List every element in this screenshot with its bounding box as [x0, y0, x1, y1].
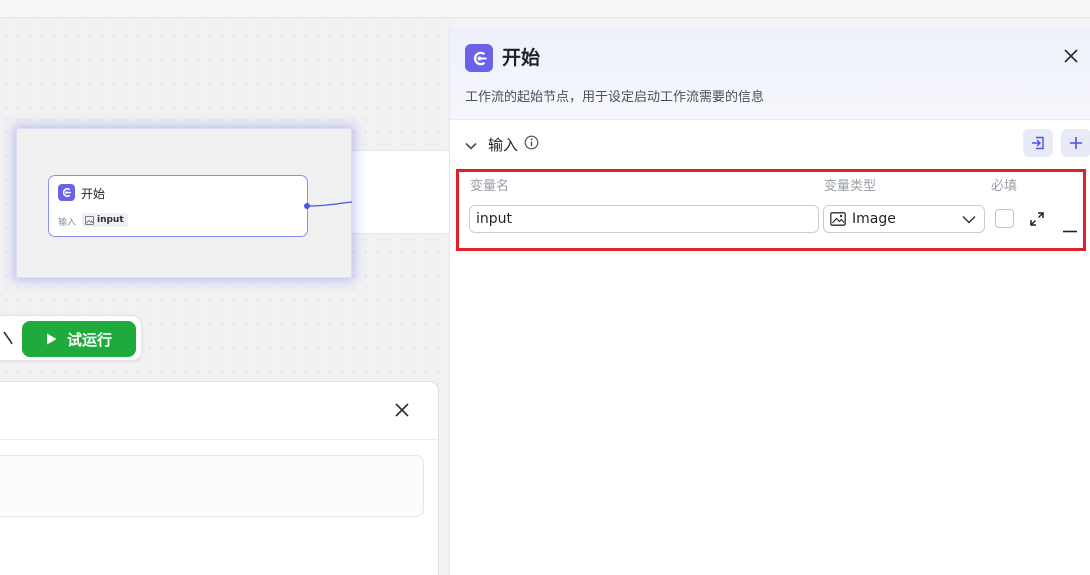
info-icon[interactable] [524, 135, 539, 154]
panel-divider [0, 439, 438, 440]
column-header-type: 变量类型 [824, 179, 877, 194]
variable-name-input[interactable] [469, 205, 819, 233]
canvas-toolbar: 试运行 [0, 315, 142, 361]
column-header-required: 必填 [991, 179, 1018, 194]
add-variable-button[interactable] [1061, 129, 1090, 157]
start-icon [58, 184, 75, 201]
column-header-name: 变量名 [470, 179, 510, 194]
test-run-button[interactable]: 试运行 [22, 321, 136, 357]
image-icon [830, 212, 846, 226]
connection-edge [308, 201, 353, 207]
expand-icon[interactable] [1030, 211, 1044, 230]
test-run-label: 试运行 [66, 330, 112, 349]
input-box[interactable] [0, 455, 424, 517]
variable-type-select[interactable]: Image [823, 205, 985, 233]
node-config-panel: 开始 工作流的起始节点，用于设定启动工作流需要的信息 输入 变量名 变量类型 必… [449, 28, 1090, 575]
close-icon[interactable] [1063, 48, 1079, 68]
chevron-down-icon [962, 215, 976, 223]
import-button[interactable] [1023, 129, 1053, 157]
pen-icon[interactable] [3, 330, 13, 349]
test-run-panel [0, 381, 439, 575]
panel-header: 开始 工作流的起始节点，用于设定启动工作流需要的信息 [450, 28, 1090, 120]
top-bar [0, 0, 1090, 18]
input-section-label: 输入 [488, 135, 519, 154]
panel-title: 开始 [502, 47, 541, 69]
start-node-input-label: 输入 [58, 218, 77, 228]
workflow-canvas[interactable]: 开始 输入 input 试运行 [0, 18, 450, 575]
input-section-header[interactable]: 输入 [465, 132, 539, 156]
background-node[interactable] [345, 150, 450, 234]
variable-type-value: Image [852, 211, 896, 227]
chevron-down-icon[interactable] [465, 135, 477, 154]
start-icon [465, 44, 493, 72]
start-node-title: 开始 [81, 187, 106, 201]
panel-description: 工作流的起始节点，用于设定启动工作流需要的信息 [465, 90, 765, 105]
start-node-var-name: input [97, 215, 124, 225]
minus-icon[interactable] [1063, 218, 1077, 237]
close-icon[interactable] [395, 402, 409, 421]
image-icon [85, 215, 94, 225]
plus-icon [1070, 137, 1082, 149]
required-checkbox[interactable] [995, 209, 1014, 228]
import-icon [1032, 136, 1044, 150]
play-icon [46, 333, 57, 345]
start-node[interactable]: 开始 输入 input [48, 175, 308, 237]
start-node-var-tag: input [82, 213, 128, 227]
